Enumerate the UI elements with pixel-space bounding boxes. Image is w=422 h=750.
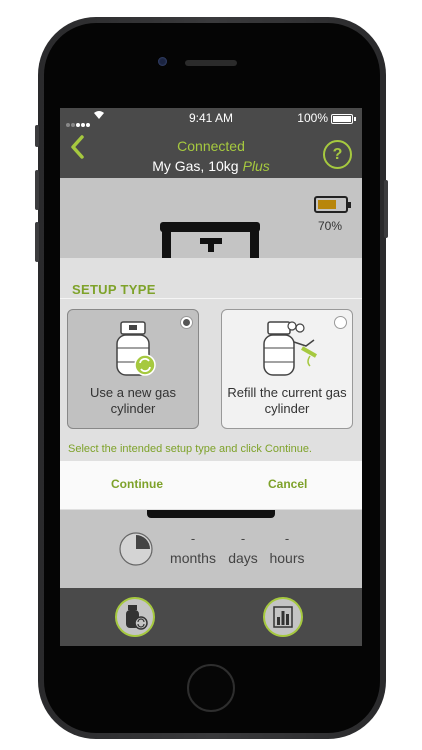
home-button[interactable]	[187, 664, 235, 712]
tab-cylinder-swap[interactable]	[115, 597, 155, 637]
dialog-title: SETUP TYPE	[72, 282, 156, 297]
gauge-cylinder-graphic	[160, 222, 260, 232]
battery-icon	[331, 114, 356, 124]
gauge-cylinder-leg-right	[250, 230, 259, 258]
earpiece-speaker	[185, 60, 237, 66]
gauge-base-graphic	[147, 510, 275, 518]
option-new-cylinder[interactable]: Use a new gas cylinder	[67, 309, 199, 429]
hours-label: hours	[269, 550, 305, 566]
tab-statistics[interactable]	[263, 597, 303, 637]
bar-chart-icon	[273, 606, 293, 628]
gauge-battery-level: 70%	[317, 219, 342, 233]
option-new-label: Use a new gas cylinder	[90, 385, 176, 416]
setup-type-dialog: SETUP TYPE Use a new gas cylinder Refill…	[60, 258, 362, 510]
app-screen: 9:41 AM 100% Connected My Gas, 10kg Plus …	[60, 108, 362, 646]
power-button	[384, 180, 388, 238]
radio-selected[interactable]	[180, 316, 193, 329]
gauge-battery-icon	[314, 196, 351, 213]
continue-button[interactable]: Continue	[111, 477, 163, 491]
gauge-cylinder-stem	[208, 244, 214, 252]
refill-cylinder-icon	[258, 320, 320, 380]
pie-timer-icon	[119, 532, 153, 566]
device-title: My Gas, 10kg Plus	[60, 158, 362, 174]
gauge-area: 70%	[60, 178, 362, 258]
hours-value: -	[284, 531, 290, 546]
option-refill-label: Refill the current gas cylinder	[227, 385, 347, 416]
months-value: -	[190, 531, 196, 546]
option-refill-cylinder[interactable]: Refill the current gas cylinder	[221, 309, 353, 429]
days-label: days	[228, 550, 258, 566]
status-bar: 9:41 AM 100%	[60, 108, 362, 128]
volume-up-button	[35, 170, 39, 210]
time-remaining-area: - months - days - hours	[60, 510, 362, 588]
dialog-hint: Select the intended setup type and click…	[68, 443, 312, 455]
nav-bar: Connected My Gas, 10kg Plus ?	[60, 128, 362, 178]
days-counter: - days	[226, 531, 260, 567]
months-counter: - months	[169, 531, 217, 567]
volume-down-button	[35, 222, 39, 262]
days-value: -	[240, 531, 246, 546]
cancel-button[interactable]: Cancel	[268, 477, 307, 491]
cylinder-swap-icon	[126, 605, 148, 630]
tab-bar	[60, 588, 362, 646]
dialog-divider	[60, 298, 362, 299]
front-camera	[158, 57, 167, 66]
device-tier: Plus	[242, 158, 270, 174]
device-name: My Gas, 10kg	[152, 158, 239, 174]
dialog-actions: Continue Cancel	[60, 461, 362, 509]
radio-unselected[interactable]	[334, 316, 347, 329]
months-label: months	[170, 550, 216, 566]
gauge-cylinder-leg-left	[162, 230, 171, 258]
help-icon[interactable]: ?	[323, 140, 352, 169]
battery-percent: 100%	[297, 111, 328, 125]
connection-status: Connected	[177, 138, 245, 154]
hours-counter: - hours	[267, 531, 307, 567]
new-cylinder-icon	[109, 320, 159, 380]
mute-switch	[35, 125, 39, 147]
